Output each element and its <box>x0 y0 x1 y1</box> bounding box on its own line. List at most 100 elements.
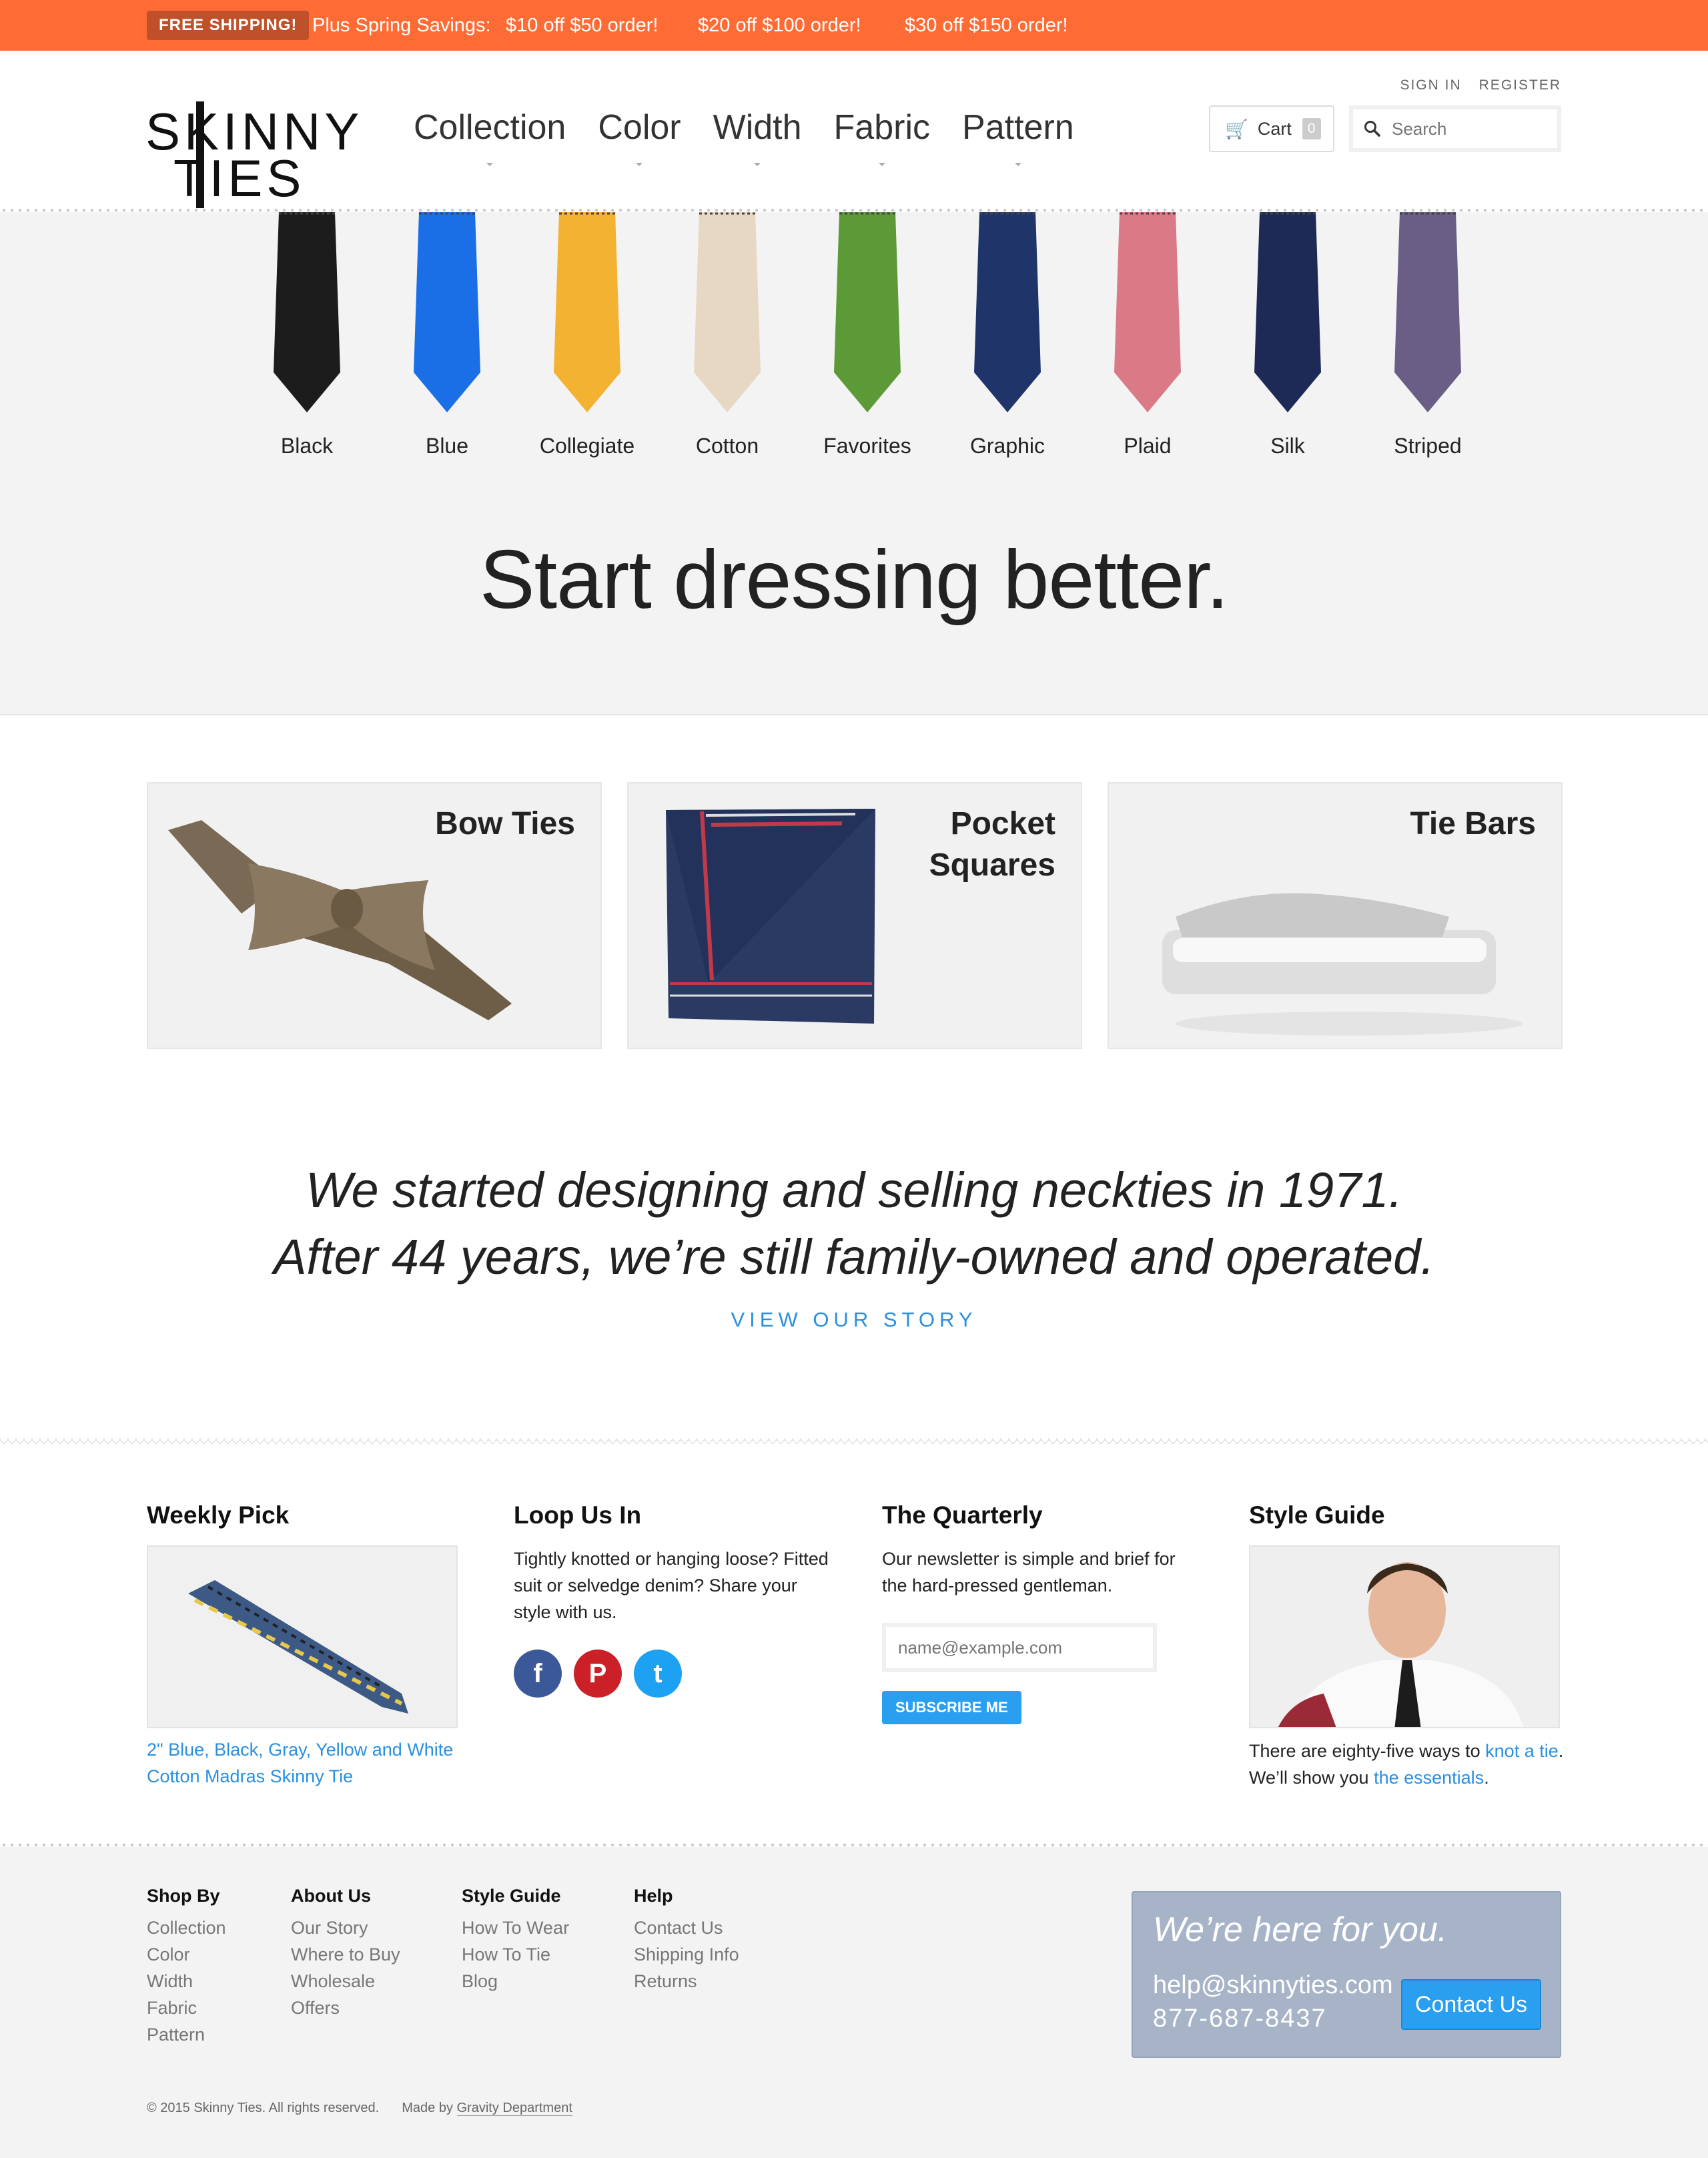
tie-image <box>1254 212 1321 412</box>
tie-category-plaid[interactable]: Plaid <box>1088 212 1208 479</box>
footer-link[interactable]: How To Tie <box>462 1941 569 1968</box>
footer-link[interactable]: Blog <box>462 1968 569 1995</box>
tie-image <box>414 212 480 412</box>
product-pocket-squares[interactable]: Pocket Squares <box>627 782 1082 1049</box>
social-links: f P t <box>514 1650 834 1698</box>
tie-category-silk[interactable]: Silk <box>1228 212 1348 479</box>
facebook-icon[interactable]: f <box>514 1650 562 1698</box>
footer-link[interactable]: Wholesale <box>291 1968 400 1995</box>
story-line-2: After 44 years, we’re still family-owned… <box>274 1229 1434 1285</box>
site-header: SKINNY TIES Collection Color Width Fabri… <box>0 51 1708 211</box>
main-nav: Collection Color Width Fabric Pattern <box>414 107 1106 166</box>
chevron-down-icon <box>486 163 494 166</box>
twitter-icon[interactable]: t <box>634 1650 682 1698</box>
tie-image <box>834 212 901 412</box>
footer-link[interactable]: Offers <box>291 1995 400 2021</box>
nav-color[interactable]: Color <box>598 107 681 166</box>
pinterest-icon[interactable]: P <box>574 1650 622 1698</box>
contact-email[interactable]: help@skinnyties.com <box>1153 1971 1393 2000</box>
widget-title: The Quarterly <box>882 1501 1043 1529</box>
tie-category-label: Graphic <box>969 434 1045 458</box>
promo-bar: FREE SHIPPING! Plus Spring Savings: $10 … <box>0 0 1708 51</box>
free-shipping-badge: FREE SHIPPING! <box>147 11 310 40</box>
nav-pattern[interactable]: Pattern <box>962 107 1074 166</box>
product-bow-ties[interactable]: Bow Ties <box>147 782 602 1049</box>
footer-link[interactable]: Contact Us <box>634 1914 739 1941</box>
cart-count: 0 <box>1302 118 1321 139</box>
view-our-story-link[interactable]: VIEW OUR STORY <box>0 1308 1708 1332</box>
made-by-link[interactable]: Gravity Department <box>456 2101 572 2116</box>
footer-link[interactable]: Fabric <box>147 1995 226 2021</box>
footer-link[interactable]: Pattern <box>147 2021 226 2048</box>
footer-link[interactable]: Collection <box>147 1914 226 1941</box>
made-by: Made by Gravity Department <box>402 2101 572 2116</box>
tie-category-label: Cotton <box>695 434 759 458</box>
nav-width[interactable]: Width <box>713 107 802 166</box>
tie-image <box>1114 212 1181 412</box>
footer-link[interactable]: Color <box>147 1941 226 1968</box>
tie-category-label: Blue <box>425 434 469 458</box>
nav-fabric[interactable]: Fabric <box>834 107 930 166</box>
widget-title: Loop Us In <box>514 1501 642 1529</box>
logo[interactable]: SKINNY TIES <box>145 77 359 208</box>
tie-category-blue[interactable]: Blue <box>387 212 507 479</box>
plaid-tie-image <box>188 1580 408 1714</box>
footer-link[interactable]: Returns <box>634 1968 739 1995</box>
subscribe-button[interactable]: SUBSCRIBE ME <box>882 1691 1021 1724</box>
tie-category-cotton[interactable]: Cotton <box>667 212 787 479</box>
style-guide-text: There are eighty-five ways to knot a tie… <box>1249 1741 1564 1788</box>
style-guide-image[interactable] <box>1249 1545 1560 1728</box>
footer-link[interactable]: How To Wear <box>462 1914 569 1941</box>
register-link[interactable]: REGISTER <box>1479 77 1561 93</box>
tie-image <box>1394 212 1461 412</box>
knot-a-tie-link[interactable]: knot a tie <box>1485 1741 1559 1761</box>
footer-link[interactable]: Our Story <box>291 1914 400 1941</box>
tie-category-graphic[interactable]: Graphic <box>947 212 1068 479</box>
tie-category-black[interactable]: Black <box>247 212 367 479</box>
footer-column-title: Shop By <box>147 1886 220 1906</box>
product-title: Pocket Squares <box>929 806 1055 883</box>
tie-category-label: Favorites <box>823 434 911 458</box>
tie-image <box>694 212 761 412</box>
copyright-text: © 2015 Skinny Ties. All rights reserved. <box>147 2101 380 2115</box>
tie-category-label: Collegiate <box>539 434 635 458</box>
widget-title: Weekly Pick <box>147 1501 290 1529</box>
tie-category-striped[interactable]: Striped <box>1368 212 1488 479</box>
tie-category-list: Black Blue Collegiate Cotton Favorites Graphi… <box>247 212 1488 479</box>
footer-link[interactable]: Width <box>147 1968 226 1995</box>
cart-label: Cart <box>1257 118 1292 139</box>
tie-category-favorites[interactable]: Favorites <box>807 212 927 479</box>
footer-link[interactable]: Shipping Info <box>634 1941 739 1968</box>
tie-category-collegiate[interactable]: Collegiate <box>527 212 647 479</box>
nav-collection[interactable]: Collection <box>414 107 566 166</box>
stitch-divider <box>0 1439 1708 1444</box>
footer-link[interactable]: Where to Buy <box>291 1941 400 1968</box>
promo-offer-3: $30 off $150 order! <box>905 15 1068 36</box>
sign-in-link[interactable]: SIGN IN <box>1400 77 1461 93</box>
chevron-down-icon <box>754 163 761 166</box>
footer-column-shop-by: Shop By Collection Color Width Fabric Pa… <box>147 1886 226 2048</box>
chevron-down-icon <box>1014 163 1021 166</box>
quarterly-text: Our newsletter is simple and brief for t… <box>882 1549 1176 1595</box>
tie-image <box>974 212 1041 412</box>
contact-us-button[interactable]: Contact Us <box>1401 1979 1541 2030</box>
weekly-pick-caption[interactable]: 2" Blue, Black, Gray, Yellow and White C… <box>147 1736 467 1790</box>
chevron-down-icon <box>636 163 643 166</box>
search-input[interactable] <box>1392 118 1539 139</box>
promo-intro: Plus Spring Savings: <box>312 15 491 36</box>
weekly-pick-image[interactable] <box>147 1545 458 1728</box>
hero-headline: Start dressing better. <box>479 534 1229 626</box>
logo-tie-icon <box>196 101 204 208</box>
cart-button[interactable]: 🛒 Cart 0 <box>1209 105 1334 152</box>
footer-column-style-guide: Style Guide How To Wear How To Tie Blog <box>462 1886 569 1995</box>
account-links: SIGN IN REGISTER <box>1400 77 1561 93</box>
email-field[interactable] <box>898 1627 1153 1668</box>
the-essentials-link[interactable]: the essentials <box>1374 1768 1484 1788</box>
contact-phone: 877-687-8437 <box>1153 2005 1327 2033</box>
tie-image <box>274 212 340 412</box>
product-tie-bars[interactable]: Tie Bars <box>1108 782 1563 1049</box>
tie-category-label: Black <box>280 434 334 458</box>
loop-text: Tightly knotted or hanging loose? Fitted… <box>514 1549 829 1622</box>
model-photo <box>1250 1547 1559 1727</box>
newsletter-email-box <box>882 1623 1157 1672</box>
